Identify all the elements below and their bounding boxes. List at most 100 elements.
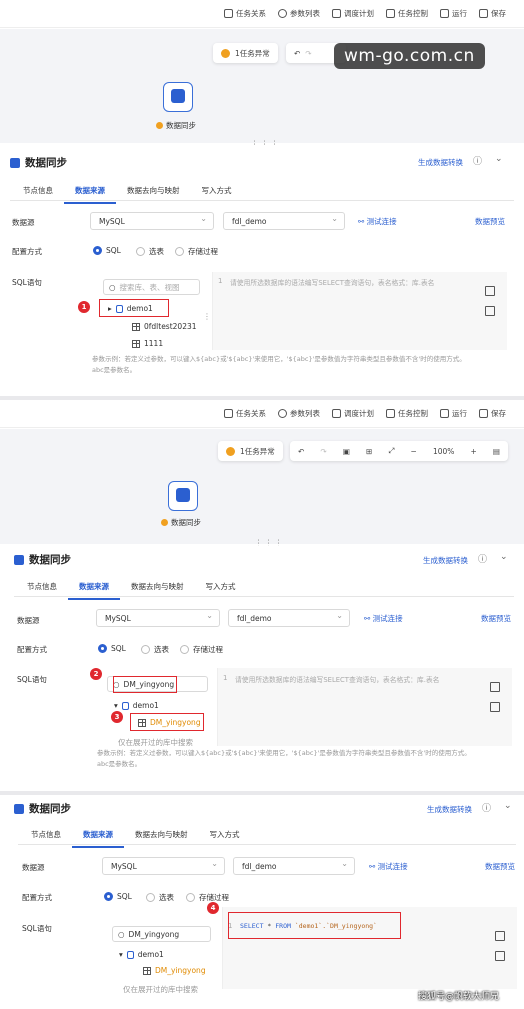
save-icon: [479, 409, 488, 418]
highlight-box: [99, 299, 169, 317]
calendar-icon: [332, 409, 341, 418]
redo-icon[interactable]: ↷: [320, 447, 326, 456]
expand-icon[interactable]: [485, 286, 495, 296]
param-list-button[interactable]: 参数列表: [278, 408, 320, 419]
format-icon[interactable]: [490, 702, 500, 712]
database-icon: [121, 701, 129, 710]
tree-search-input[interactable]: ○ DM_yingyong: [112, 926, 211, 942]
datasource-label: 数据源: [22, 863, 45, 872]
minimap-icon[interactable]: ▤: [493, 447, 500, 456]
control-icon: [386, 9, 395, 18]
chevron-down-icon[interactable]: ⌄: [504, 801, 512, 811]
search-note: 仅在展开过的库中搜索: [123, 985, 198, 994]
zoom-out-icon[interactable]: −: [411, 447, 417, 456]
format-icon[interactable]: [495, 951, 505, 961]
expand-icon[interactable]: [490, 682, 500, 692]
play-icon: [440, 409, 449, 418]
sql-editor[interactable]: 1 请使用所选数据库的语法编写SELECT查询语句，表名格式：库.表名: [212, 272, 507, 350]
tree-table-item[interactable]: 1111: [132, 339, 163, 348]
radio-dot: [180, 645, 189, 654]
radio-stored-proc[interactable]: 存储过程: [175, 246, 218, 257]
save-button[interactable]: 保存: [479, 8, 506, 19]
save-icon: [479, 9, 488, 18]
format-icon[interactable]: [485, 306, 495, 316]
flow-canvas[interactable]: 1任务异常 ↶ ↷ ▣ ⊞ ⤢ − 100% + ▤ 数据同步 ⋮⋮⋮: [0, 429, 524, 549]
radio-dot: [146, 893, 155, 902]
tree-search-input[interactable]: ○ 搜索库、表、视图: [103, 279, 200, 295]
connection-select[interactable]: fdl_demo: [223, 212, 345, 230]
help-icon[interactable]: ⓘ: [478, 552, 487, 565]
radio-dot: [186, 893, 195, 902]
help-icon[interactable]: ⓘ: [473, 154, 482, 167]
run-button[interactable]: 运行: [440, 8, 467, 19]
radio-select-table[interactable]: 选表: [141, 644, 169, 655]
radio-stored-proc[interactable]: 存储过程: [180, 644, 223, 655]
task-control-button[interactable]: 任务控制: [386, 8, 428, 19]
radio-select-table[interactable]: 选表: [146, 892, 174, 903]
run-button[interactable]: 运行: [440, 408, 467, 419]
chevron-down-icon[interactable]: ⌄: [495, 154, 503, 164]
config-mode-label: 配置方式: [12, 247, 42, 256]
chevron-down-icon[interactable]: ⌄: [500, 552, 508, 562]
redo-icon[interactable]: ↷: [305, 49, 311, 58]
sql-label: SQL语句: [12, 278, 42, 287]
datasource-label: 数据源: [17, 616, 40, 625]
layout-icon[interactable]: ⤢: [388, 446, 394, 456]
canvas-tools[interactable]: ↶ ↷ ▣ ⊞ ⤢ − 100% + ▤: [290, 441, 508, 461]
test-connection-link[interactable]: ⚯ 测试连接: [369, 861, 408, 872]
datasource-type-select[interactable]: MySQL: [96, 609, 220, 627]
param-list-button[interactable]: 参数列表: [278, 8, 320, 19]
radio-sql[interactable]: SQL: [104, 892, 132, 901]
test-connection-link[interactable]: ⚯ 测试连接: [358, 216, 397, 227]
data-preview-link[interactable]: 数据预览: [481, 613, 511, 624]
undo-icon[interactable]: ↶: [298, 447, 304, 456]
tree-db-demo1[interactable]: ▾ demo1: [119, 950, 164, 959]
zoom-level: 100%: [432, 446, 455, 456]
data-sync-node[interactable]: [168, 481, 198, 511]
link-icon: ⚯: [364, 614, 373, 623]
connection-select[interactable]: fdl_demo: [233, 857, 355, 875]
save-button[interactable]: 保存: [479, 408, 506, 419]
site-watermark: wm-go.com.cn: [334, 43, 485, 69]
sql-editor[interactable]: 1 请使用所选数据库的语法编写SELECT查询语句，表名格式：库.表名: [217, 668, 512, 746]
undo-icon[interactable]: ↶: [294, 49, 300, 58]
task-warning-badge[interactable]: 1任务异常: [218, 441, 283, 461]
task-control-button[interactable]: 任务控制: [386, 408, 428, 419]
tree-table-item[interactable]: 0fdltest20231: [132, 322, 197, 331]
help-icon[interactable]: ⓘ: [482, 801, 491, 814]
data-preview-link[interactable]: 数据预览: [485, 861, 515, 872]
radio-sql[interactable]: SQL: [93, 246, 121, 255]
config-panel: 数据同步 生成数据转换 ⓘ ⌄ 节点信息 数据来源 数据去向与映射 写入方式 数…: [0, 546, 524, 790]
highlight-box: [113, 676, 177, 693]
control-icon: [386, 409, 395, 418]
datasource-type-select[interactable]: MySQL: [90, 212, 214, 230]
tree-table-item[interactable]: DM_yingyong: [143, 966, 206, 975]
grid-icon[interactable]: ⊞: [366, 447, 372, 456]
test-connection-link[interactable]: ⚯ 测试连接: [364, 613, 403, 624]
top-toolbar: 任务关系 参数列表 调度计划 任务控制 运行 保存: [0, 400, 524, 428]
radio-stored-proc[interactable]: 存储过程: [186, 892, 229, 903]
data-preview-link[interactable]: 数据预览: [475, 216, 505, 227]
search-icon: ○: [118, 929, 125, 939]
table-icon: [143, 966, 151, 975]
task-warning-badge[interactable]: 1任务异常: [213, 43, 278, 63]
task-relation-button[interactable]: 任务关系: [224, 8, 266, 19]
radio-sql[interactable]: SQL: [98, 644, 126, 653]
radio-select-table[interactable]: 选表: [136, 246, 164, 257]
schedule-button[interactable]: 调度计划: [332, 408, 374, 419]
connection-select[interactable]: fdl_demo: [228, 609, 350, 627]
tab-divider: [18, 844, 516, 845]
generate-transform-link[interactable]: 生成数据转换: [418, 157, 463, 168]
zoom-in-icon[interactable]: +: [471, 447, 477, 456]
generate-transform-link[interactable]: 生成数据转换: [427, 804, 472, 815]
radio-dot: [104, 892, 113, 901]
schedule-button[interactable]: 调度计划: [332, 8, 374, 19]
panel-title: 数据同步: [10, 155, 67, 170]
expand-icon[interactable]: [495, 931, 505, 941]
task-relation-button[interactable]: 任务关系: [224, 408, 266, 419]
data-sync-node[interactable]: [163, 82, 193, 112]
datasource-type-select[interactable]: MySQL: [102, 857, 225, 875]
tree-db-demo1[interactable]: ▾ demo1: [114, 701, 159, 710]
fit-icon[interactable]: ▣: [343, 447, 350, 456]
generate-transform-link[interactable]: 生成数据转换: [423, 555, 468, 566]
